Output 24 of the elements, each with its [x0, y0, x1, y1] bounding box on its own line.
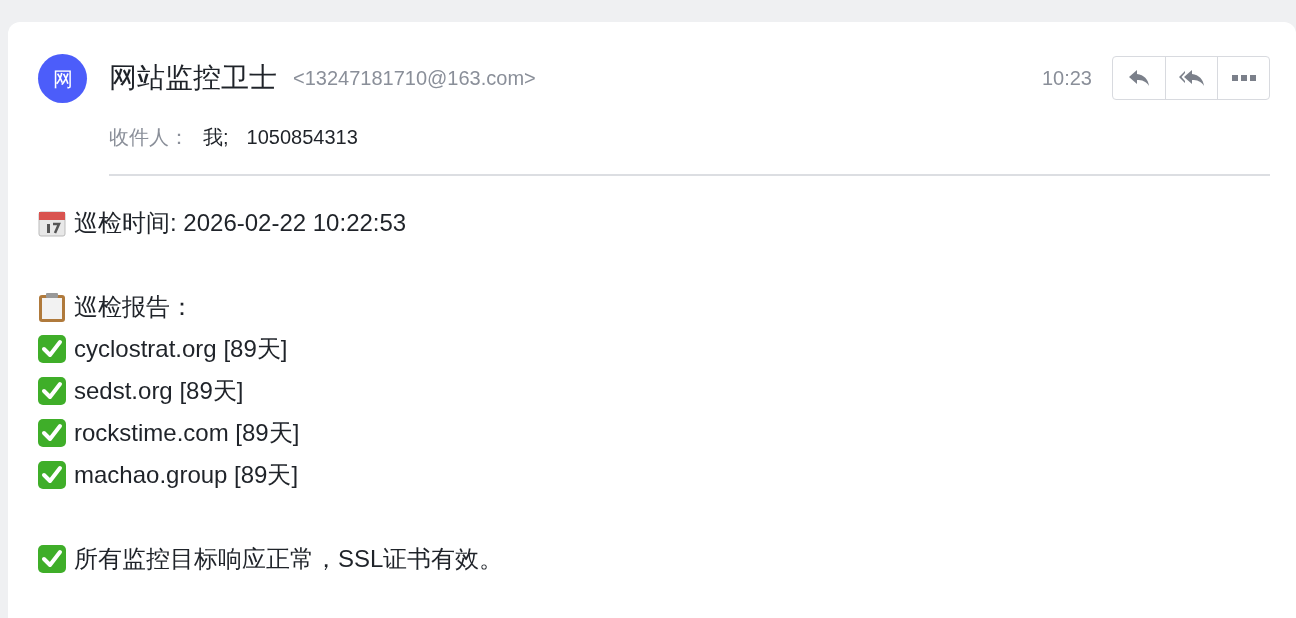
recipient[interactable]: 我;	[203, 122, 229, 152]
check-icon	[38, 545, 66, 573]
body-text: 巡检时间: 2026-02-22 10:22:53	[74, 208, 407, 238]
received-time: 10:23	[1041, 66, 1092, 91]
sender-address: <13247181710@163.com>	[293, 66, 536, 91]
body-text: cyclostrat.org [89天]	[74, 334, 288, 364]
check-icon	[38, 419, 66, 447]
sender-avatar: 网	[38, 54, 87, 103]
recipient[interactable]: 1050854313	[246, 122, 358, 152]
reply-arrow-icon	[1128, 69, 1150, 87]
body-text: 巡检报告：	[74, 292, 194, 322]
calendar-icon	[38, 209, 66, 237]
check-icon	[38, 335, 66, 363]
body-text: 所有监控目标响应正常，SSL证书有效。	[74, 544, 504, 574]
recipients-label: 收件人：	[109, 125, 189, 150]
body-text: sedst.org [89天]	[74, 376, 244, 406]
check-icon	[38, 461, 66, 489]
more-icon	[1231, 75, 1256, 81]
check-icon	[38, 377, 66, 405]
body-text: rockstime.com [89天]	[74, 418, 300, 448]
sender-name: 网站监控卫士	[109, 61, 277, 95]
clipboard-icon	[38, 292, 66, 322]
double-arrow-icon	[1178, 69, 1205, 87]
body-text: machao.group [89天]	[74, 460, 299, 490]
